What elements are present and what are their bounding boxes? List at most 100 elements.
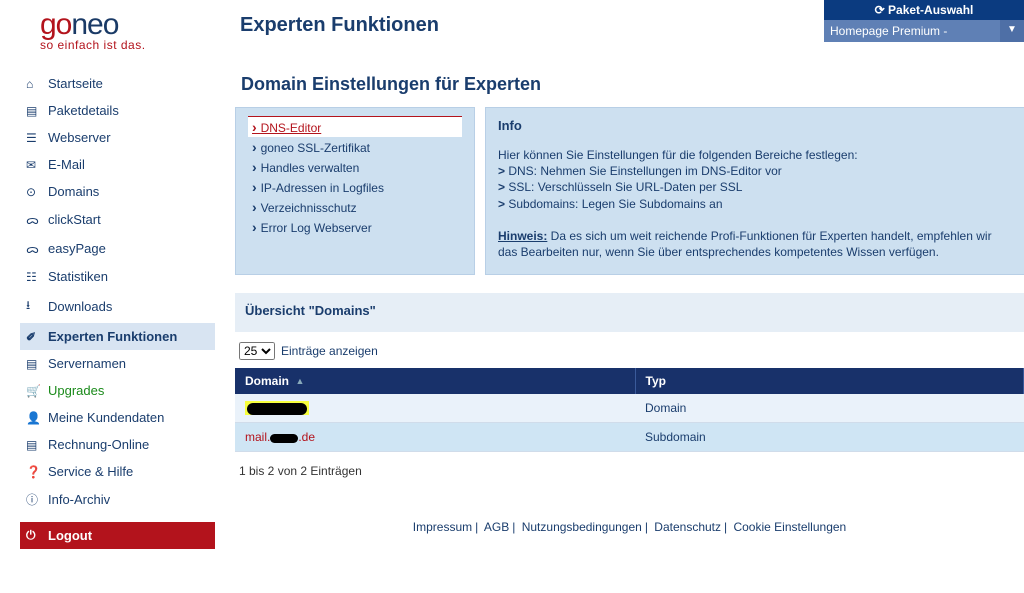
easypage-icon: ᯅ <box>26 240 40 257</box>
page-title: Experten Funktionen <box>240 14 439 37</box>
info-line: SSL: Verschlüsseln Sie URL-Daten per SSL <box>508 180 742 194</box>
col-domain[interactable]: Domain <box>235 368 635 394</box>
package-current: Homepage Premium - <box>824 20 1000 42</box>
sidebar-item-label: Rechnung-Online <box>48 437 149 452</box>
sidebar-item-servernamen[interactable]: ▤ Servernamen <box>20 350 215 377</box>
cell-typ: Subdomain <box>635 423 1024 452</box>
masked-domain <box>270 434 298 443</box>
info-line: DNS: Nehmen Sie Einstellungen im DNS-Edi… <box>508 164 781 178</box>
sidebar-item-domains[interactable]: ⊙ Domains <box>20 178 215 205</box>
globe-icon: ⊙ <box>26 185 40 199</box>
subnav-handles[interactable]: Handles verwalten <box>248 157 462 177</box>
info-panel: Info Hier können Sie Einstellungen für d… <box>485 107 1024 275</box>
domains-table-wrap: Übersicht "Domains" <box>235 293 1024 332</box>
wrench-icon: ✐ <box>26 330 40 344</box>
logo-neo: neo <box>71 8 118 41</box>
table-controls: 25 Einträge anzeigen <box>235 342 1024 368</box>
sidebar-item-label: E-Mail <box>48 157 85 172</box>
section-heading: Domain Einstellungen für Experten <box>241 74 1024 95</box>
mail-icon: ✉ <box>26 158 40 172</box>
sidebar-item-label: Experten Funktionen <box>48 329 177 344</box>
logo: goneo so einfach ist das. <box>40 8 146 52</box>
sidebar-item-label: Service & Hilfe <box>48 464 133 479</box>
page-size-select[interactable]: 25 <box>239 342 275 360</box>
sidebar-item-startseite[interactable]: ⌂ Startseite <box>20 70 215 97</box>
sidebar-item-info[interactable]: ⓘ Info-Archiv <box>20 485 215 514</box>
col-typ[interactable]: Typ <box>635 368 1024 394</box>
sidebar-item-paketdetails[interactable]: ▤ Paketdetails <box>20 97 215 124</box>
stats-icon: ☷ <box>26 270 40 284</box>
help-icon: ❓ <box>26 465 40 479</box>
sidebar-item-email[interactable]: ✉ E-Mail <box>20 151 215 178</box>
sidebar-item-webserver[interactable]: ☰ Webserver <box>20 124 215 151</box>
power-icon: ⏻ <box>26 528 40 543</box>
list-icon: ▤ <box>26 357 40 371</box>
sidebar-item-upgrades[interactable]: 🛒 Upgrades <box>20 377 215 404</box>
cell-typ: Domain <box>635 394 1024 423</box>
table-footer: 1 bis 2 von 2 Einträgen <box>235 452 1024 490</box>
sidebar-item-label: Statistiken <box>48 269 108 284</box>
sub-nav-panel: DNS-Editor goneo SSL-Zertifikat Handles … <box>235 107 475 275</box>
sidebar-item-label: easyPage <box>48 241 106 256</box>
footer-link-datenschutz[interactable]: Datenschutz <box>654 520 721 534</box>
sidebar-item-kundendaten[interactable]: 👤Meine Kundendaten <box>20 404 215 431</box>
sidebar-item-statistiken[interactable]: ☷ Statistiken <box>20 263 215 290</box>
package-dropdown-button[interactable]: ▼ <box>1000 20 1024 42</box>
sidebar-item-label: clickStart <box>48 212 101 227</box>
sidebar-item-label: Startseite <box>48 76 103 91</box>
info-icon: ⓘ <box>26 491 40 508</box>
package-icon: ▤ <box>26 104 40 118</box>
subnav-dns-editor[interactable]: DNS-Editor <box>248 116 462 137</box>
info-intro: Hier können Sie Einstellungen für die fo… <box>498 147 1012 163</box>
sidebar-item-label: Downloads <box>48 299 112 314</box>
sidebar-item-downloads[interactable]: ⭳ Downloads <box>20 290 215 323</box>
sidebar-item-rechnung[interactable]: ▤ Rechnung-Online <box>20 431 215 458</box>
subnav-errorlog[interactable]: Error Log Webserver <box>248 217 462 237</box>
sidebar-item-clickstart[interactable]: ᯅ clickStart <box>20 205 215 234</box>
subnav-dirprotect[interactable]: Verzeichnisschutz <box>248 197 462 217</box>
subnav-ssl[interactable]: goneo SSL-Zertifikat <box>248 137 462 157</box>
cell-domain <box>235 394 635 423</box>
info-title: Info <box>498 116 1012 135</box>
table-row[interactable]: mail..de Subdomain <box>235 423 1024 452</box>
server-icon: ☰ <box>26 131 40 145</box>
subnav-ip-log[interactable]: IP-Adressen in Logfiles <box>248 177 462 197</box>
home-icon: ⌂ <box>26 77 40 91</box>
logo-go: go <box>40 8 71 41</box>
sidebar-item-label: Paketdetails <box>48 103 119 118</box>
sidebar-item-label: Webserver <box>48 130 111 145</box>
sidebar-item-easypage[interactable]: ᯅ easyPage <box>20 234 215 263</box>
package-selector-head[interactable]: Paket-Auswahl <box>824 0 1024 20</box>
user-icon: 👤 <box>26 411 40 425</box>
sidebar-item-experten[interactable]: ✐ Experten Funktionen <box>20 323 215 350</box>
sidebar-item-label: Info-Archiv <box>48 492 110 507</box>
footer-link-agb[interactable]: AGB <box>484 520 509 534</box>
download-icon: ⭳ <box>26 296 40 317</box>
footer: Impressum| AGB| Nutzungsbedingungen| Dat… <box>235 490 1024 550</box>
sidebar-item-service[interactable]: ❓ Service & Hilfe <box>20 458 215 485</box>
table-title: Übersicht "Domains" <box>235 301 1024 332</box>
sidebar: ⌂ Startseite ▤ Paketdetails ☰ Webserver ✉ E-… <box>0 50 215 550</box>
main-content: Domain Einstellungen für Experten DNS-Ed… <box>215 50 1024 550</box>
clickstart-icon: ᯅ <box>26 211 40 228</box>
table-row[interactable]: Domain <box>235 394 1024 423</box>
sidebar-item-label: Upgrades <box>48 383 104 398</box>
sidebar-item-logout[interactable]: ⏻ Logout <box>20 522 215 549</box>
page-size-label: Einträge anzeigen <box>281 344 378 358</box>
info-line: Subdomains: Legen Sie Subdomains an <box>508 197 722 211</box>
cart-icon: 🛒 <box>26 384 40 398</box>
sidebar-item-label: Logout <box>48 528 92 543</box>
sidebar-item-label: Domains <box>48 184 99 199</box>
invoice-icon: ▤ <box>26 438 40 452</box>
logo-tagline: so einfach ist das. <box>40 38 146 52</box>
sidebar-item-label: Servernamen <box>48 356 126 371</box>
domains-table: Domain Typ Domain mail..de Subdomain <box>235 368 1024 452</box>
footer-link-cookie[interactable]: Cookie Einstellungen <box>733 520 846 534</box>
info-hint-label: Hinweis: <box>498 229 547 243</box>
footer-link-impressum[interactable]: Impressum <box>413 520 472 534</box>
package-selector: Paket-Auswahl Homepage Premium - ▼ <box>824 0 1024 42</box>
masked-domain <box>247 403 307 415</box>
info-hint-text: Da es sich um weit reichende Profi-Funkt… <box>498 229 992 259</box>
info-body: Hier können Sie Einstellungen für die fo… <box>498 147 1012 260</box>
footer-link-nutzung[interactable]: Nutzungsbedingungen <box>522 520 642 534</box>
